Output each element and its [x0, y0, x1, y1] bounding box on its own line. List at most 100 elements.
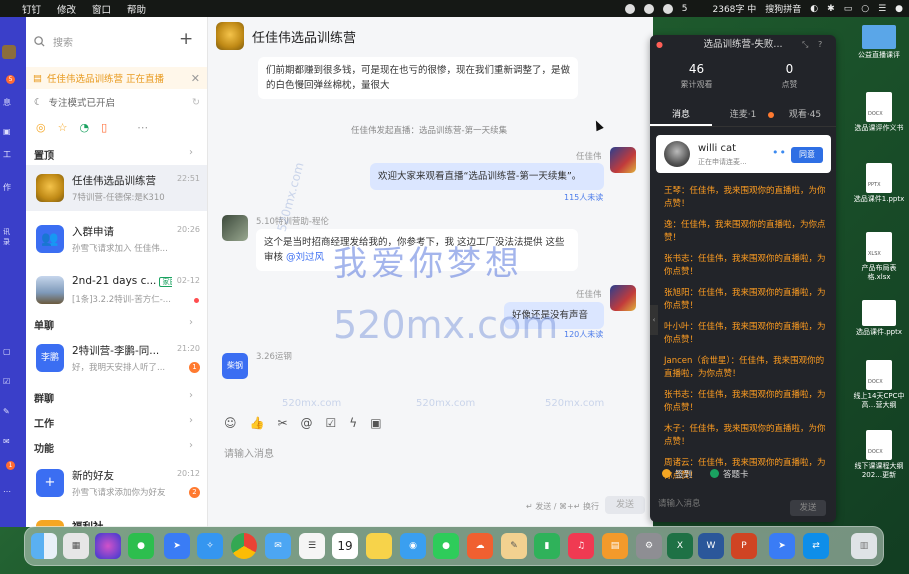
cloud-icon[interactable]: ☁: [467, 533, 493, 559]
powerpoint-icon[interactable]: P: [731, 533, 757, 559]
clock-icon[interactable]: ◔: [79, 121, 89, 134]
tab-messages[interactable]: 消息: [650, 105, 712, 126]
thumb-icon[interactable]: 👍: [250, 416, 265, 430]
menu-edit[interactable]: 修改: [57, 2, 76, 16]
star-icon[interactable]: ☆: [58, 121, 68, 134]
help-icon[interactable]: ?: [818, 35, 822, 55]
numbers-icon[interactable]: ▮: [534, 533, 560, 559]
messages-icon[interactable]: ●: [433, 533, 459, 559]
collapse-icon[interactable]: ⤡: [802, 35, 808, 55]
status-app2-icon[interactable]: [643, 3, 654, 14]
excel-icon[interactable]: X: [667, 533, 693, 559]
battery-icon[interactable]: ▭: [844, 4, 853, 14]
message-input[interactable]: 请输入消息: [224, 445, 274, 460]
siri-icon[interactable]: [95, 533, 121, 559]
bluetooth-icon[interactable]: ✱: [827, 4, 835, 14]
qq-browser-icon[interactable]: ◉: [400, 533, 426, 559]
group-avatar[interactable]: [216, 22, 244, 50]
desktop-file[interactable]: 公益直播课评: [850, 25, 908, 60]
conversation-item[interactable]: 任佳伟选品训练营 7特训营-任德保:是K310 22:51: [26, 165, 207, 211]
music-icon[interactable]: ♫: [568, 533, 594, 559]
conversation-item[interactable]: 2nd-21 days c...家族 [1条]3.2.2特训-苦方仁-... 0…: [26, 267, 207, 313]
desktop-file[interactable]: 选品课件.pptx: [850, 300, 908, 337]
finder-icon[interactable]: [31, 533, 57, 559]
conversation-item[interactable]: + 新的好友 孙雪飞请求添加你为好友 20:12 2: [26, 460, 207, 506]
menu-dingtalk[interactable]: 钉钉: [22, 2, 41, 16]
calendar-icon[interactable]: 19: [332, 533, 358, 559]
live-message-input[interactable]: 请输入消息: [658, 497, 701, 509]
dingtalk-icon[interactable]: ➤: [164, 533, 190, 559]
rail-pin-icon[interactable]: ✎: [3, 407, 13, 419]
settings-icon[interactable]: ⚙: [636, 533, 662, 559]
check-icon[interactable]: ☑: [326, 416, 337, 430]
trash-icon[interactable]: ▥: [851, 533, 877, 559]
refresh-icon[interactable]: ↻: [192, 97, 200, 108]
task-icon[interactable]: ▯: [101, 121, 107, 134]
word-icon[interactable]: W: [698, 533, 724, 559]
rail-message-label[interactable]: 息: [3, 97, 13, 109]
close-window-icon[interactable]: ●: [656, 35, 663, 55]
notes-icon[interactable]: [366, 533, 392, 559]
add-button[interactable]: +: [179, 29, 193, 49]
rail-calendar-icon[interactable]: ▣: [3, 127, 13, 139]
search-box[interactable]: 搜索: [34, 30, 169, 52]
mail-icon[interactable]: ✉: [265, 533, 291, 559]
rail-mail-icon[interactable]: ✉: [3, 437, 13, 449]
conversation-item[interactable]: 李鹏 2特训营-李鹏-同... 好，我明天安排人听了... 21:20 1: [26, 335, 207, 381]
message-bubble[interactable]: 欢迎大家来观看直播“选品训练营-第一天续集”。: [370, 163, 604, 190]
launchpad-icon[interactable]: ▦: [63, 533, 89, 559]
tab-mic[interactable]: 连麦·1: [712, 105, 774, 126]
input-method[interactable]: 搜狗拼音: [765, 2, 801, 15]
wifi-icon[interactable]: ◐: [810, 4, 818, 14]
chat-title[interactable]: 任佳伟选品训练营: [252, 27, 356, 46]
rail-contacts-label[interactable]: 讯录: [3, 227, 13, 246]
sender-avatar[interactable]: [610, 147, 636, 173]
rail-more-icon[interactable]: ⋯: [3, 487, 13, 499]
section-pinned[interactable]: 置顶 ›: [34, 147, 204, 162]
emoji-icon[interactable]: ☺: [224, 416, 237, 430]
menu-help[interactable]: 帮助: [127, 2, 146, 16]
rail-doc-icon[interactable]: ▢: [3, 347, 13, 359]
live-send-button[interactable]: 发送: [790, 500, 826, 516]
status-app3-icon[interactable]: [662, 3, 673, 14]
panel-collapse-handle[interactable]: ‹: [650, 305, 658, 335]
focus-mode-row[interactable]: ☾ 专注模式已开启 ↻: [34, 95, 204, 110]
user-avatar[interactable]: [2, 45, 16, 59]
conversation-item[interactable]: 👥 入群申请 孙雪飞请求加入 任佳伟... 20:26: [26, 216, 207, 262]
desktop-file[interactable]: DOCX 线下课课程大纲202…更新: [850, 430, 908, 480]
section-group[interactable]: 群聊 ›: [34, 390, 204, 405]
read-count[interactable]: 120人未读: [564, 329, 603, 340]
wechat-icon[interactable]: ●: [128, 533, 154, 559]
search-icon[interactable]: ○: [861, 4, 869, 14]
section-single[interactable]: 单聊 ›: [34, 317, 204, 332]
agree-button[interactable]: 同意: [791, 147, 823, 163]
menu-window[interactable]: 窗口: [92, 2, 111, 16]
teamviewer-icon[interactable]: ⇄: [803, 533, 829, 559]
desktop-file[interactable]: PPTX 选品课件1.pptx: [850, 163, 908, 204]
siri-icon[interactable]: ●: [895, 4, 903, 14]
status-app-icon[interactable]: [624, 3, 635, 14]
answer-card-button[interactable]: 答题卡: [710, 468, 749, 480]
chrome-icon[interactable]: [231, 533, 257, 559]
rail-check-icon[interactable]: ☑: [3, 377, 13, 389]
sender-avatar[interactable]: [222, 215, 248, 241]
script-editor-icon[interactable]: ✎: [501, 533, 527, 559]
at-icon[interactable]: @: [301, 416, 313, 430]
live-banner[interactable]: ▤ 任佳伟选品训练营 正在直播 ✕: [26, 67, 207, 89]
rail-work-icon[interactable]: 工: [3, 149, 13, 161]
books-icon[interactable]: ▤: [602, 533, 628, 559]
section-work[interactable]: 工作 ›: [34, 415, 204, 430]
message-bubble[interactable]: 们前期都赚到很多钱，可是现在也亏的很惨，现在我们重新调整了，是做的白色慢回弹丝棉…: [258, 57, 578, 99]
tab-viewers[interactable]: 观看·45: [774, 105, 836, 126]
section-func[interactable]: 功能 ›: [34, 440, 204, 455]
close-icon[interactable]: ✕: [191, 72, 200, 85]
read-count[interactable]: 115人未读: [564, 192, 603, 203]
safari-icon[interactable]: ✧: [197, 533, 223, 559]
calendar-icon[interactable]: ▣: [370, 416, 381, 430]
desktop-file[interactable]: DOCX 线上14天CPC中高…营大纲: [850, 360, 908, 410]
sender-avatar[interactable]: 柴钢: [222, 353, 248, 379]
reminders-icon[interactable]: ☰: [299, 533, 325, 559]
control-center-icon[interactable]: ☰: [878, 4, 886, 14]
scissors-icon[interactable]: ✂: [277, 416, 287, 430]
word-count[interactable]: 2368字 中: [713, 2, 757, 15]
